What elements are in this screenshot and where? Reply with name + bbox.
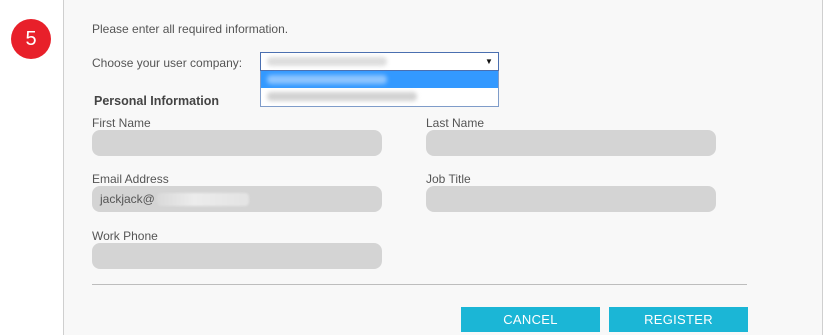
first-name-label: First Name (92, 116, 151, 130)
company-label: Choose your user company: (92, 56, 243, 70)
email-domain-redacted (156, 192, 249, 206)
chevron-down-icon[interactable]: ▼ (480, 53, 498, 70)
company-select-value-redacted (267, 57, 387, 66)
registration-form-panel: Please enter all required information. C… (63, 0, 823, 335)
company-dropdown-list (260, 71, 499, 107)
email-value: jackjack@ (100, 192, 155, 206)
register-button[interactable]: REGISTER (609, 307, 748, 332)
company-option-text-redacted (267, 92, 417, 101)
personal-information-heading: Personal Information (94, 94, 220, 108)
first-name-field[interactable] (92, 130, 382, 156)
cancel-button[interactable]: CANCEL (461, 307, 600, 332)
work-phone-field[interactable] (92, 243, 382, 269)
job-title-label: Job Title (426, 172, 471, 186)
last-name-field[interactable] (426, 130, 716, 156)
step-number-badge: 5 (11, 19, 51, 59)
company-option[interactable] (261, 88, 498, 105)
company-option-highlighted[interactable] (261, 71, 498, 88)
instructions-text: Please enter all required information. (92, 22, 289, 36)
last-name-label: Last Name (426, 116, 485, 130)
company-option-text-redacted (267, 75, 387, 84)
email-field[interactable]: jackjack@ (92, 186, 382, 212)
work-phone-label: Work Phone (92, 229, 158, 243)
company-select[interactable]: ▼ (260, 52, 499, 71)
job-title-field[interactable] (426, 186, 716, 212)
form-divider (92, 284, 747, 285)
email-label: Email Address (92, 172, 169, 186)
